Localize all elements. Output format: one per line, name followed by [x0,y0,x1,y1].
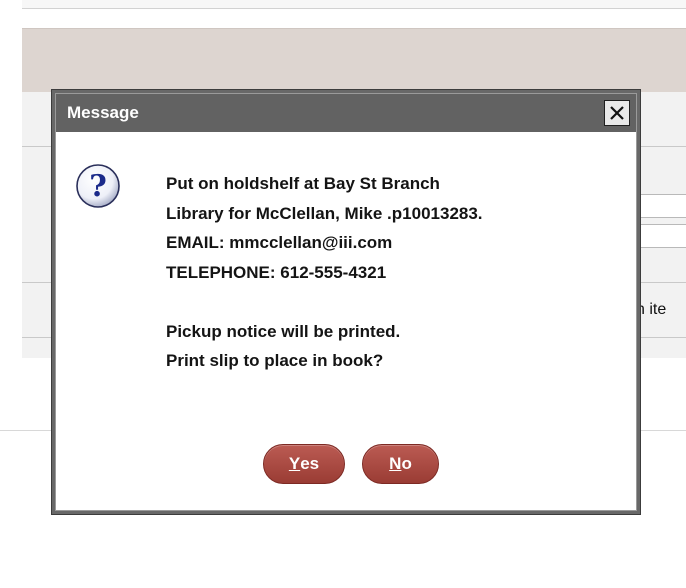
close-icon [610,106,624,120]
no-mnemonic: N [389,454,402,473]
yes-button[interactable]: Yes [263,444,345,484]
background-top-bar [22,0,686,9]
message-dialog: Message ? Put on holdshelf at Bay St Bra… [51,89,641,515]
question-icon: ? [76,164,120,208]
yes-mnemonic: Y [288,454,301,473]
dialog-title: Message [67,103,139,122]
dialog-message: Put on holdshelf at Bay St Branch Librar… [166,169,483,376]
message-line: EMAIL: mmcclellan@iii.com [166,233,393,252]
background-header-band [22,28,686,93]
yes-label-rest: es [300,454,320,473]
message-line [166,287,483,317]
dialog-frame: Message ? Put on holdshelf at Bay St Bra… [55,93,637,511]
dialog-content: ? Put on holdshelf at Bay St Branch Libr… [56,132,636,510]
no-button[interactable]: No [362,444,439,484]
close-button[interactable] [604,100,630,126]
no-label-rest: o [401,454,412,473]
message-line: Print slip to place in book? [166,351,384,370]
message-line: TELEPHONE: 612-555-4321 [166,262,387,282]
svg-text:?: ? [89,169,107,204]
dialog-title-bar[interactable]: Message [56,94,636,132]
message-line: Put on holdshelf at Bay St Branch [166,174,440,193]
message-line: Library for McClellan, Mike .p10013283. [166,203,483,223]
message-line: Pickup notice will be printed. [166,321,401,341]
